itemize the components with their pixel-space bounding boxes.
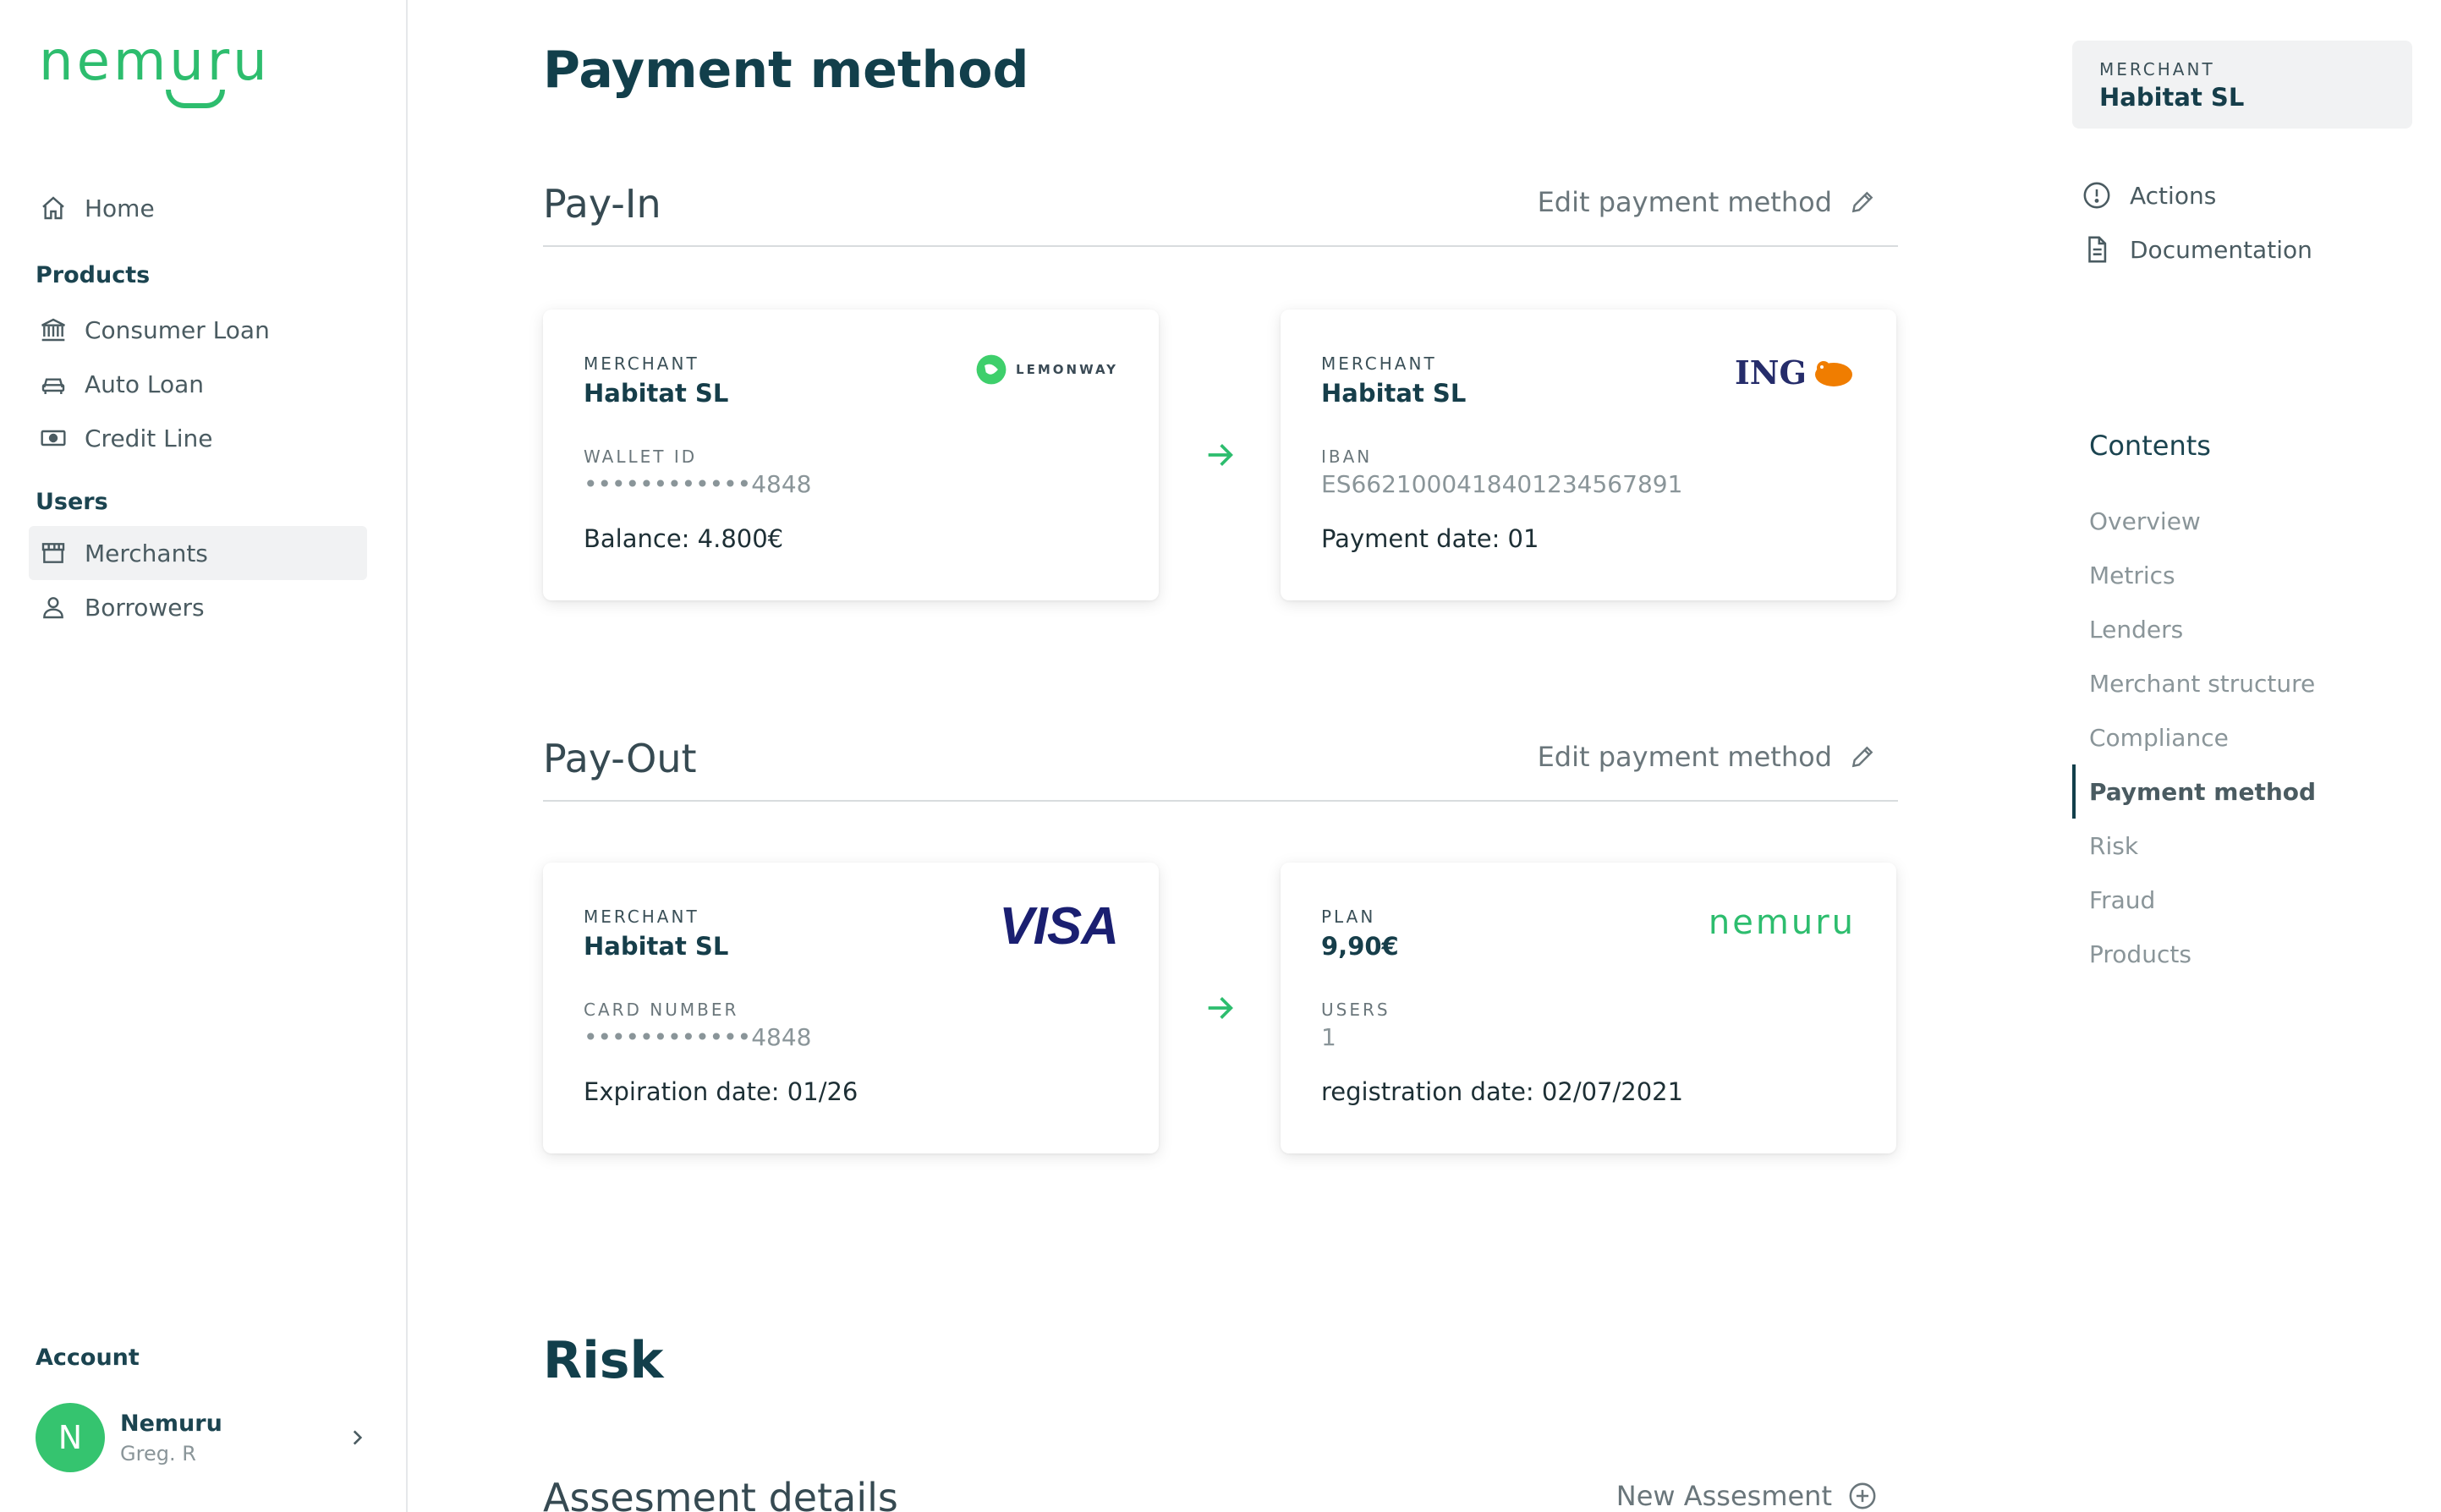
payin-target-card: MERCHANT Habitat SL ING IBAN ES662100041… bbox=[1281, 310, 1896, 600]
user-icon bbox=[37, 591, 69, 623]
sidebar-item-label: Home bbox=[85, 194, 155, 222]
cash-icon bbox=[37, 422, 69, 454]
card-key: MERCHANT bbox=[1321, 353, 1437, 374]
edit-label: Edit payment method bbox=[1537, 741, 1832, 773]
card-key: WALLET ID bbox=[584, 446, 698, 467]
toc-item-risk[interactable]: Risk bbox=[2089, 832, 2138, 860]
sidebar-item-label: Consumer Loan bbox=[85, 315, 270, 344]
logo-smile-icon bbox=[166, 90, 225, 108]
payout-title: Pay-Out bbox=[543, 736, 697, 781]
pencil-icon bbox=[1847, 187, 1878, 217]
documentation-label: Documentation bbox=[2130, 235, 2312, 264]
sidebar-item-home[interactable]: Home bbox=[29, 181, 367, 235]
card-key: MERCHANT bbox=[584, 353, 699, 374]
balance: Balance: 4.800€ bbox=[584, 524, 784, 553]
bank-icon bbox=[37, 314, 69, 346]
assessment-header: Assesment details New Assesment bbox=[543, 1470, 1898, 1512]
sidebar-item-label: Merchants bbox=[85, 539, 208, 567]
products-section-title: Products bbox=[36, 262, 151, 288]
new-assessment-button[interactable]: New Assesment bbox=[1616, 1480, 1878, 1512]
card-merchant: Habitat SL bbox=[584, 932, 729, 961]
sidebar-item-credit-line[interactable]: Credit Line bbox=[29, 411, 367, 465]
payin-source-card: MERCHANT Habitat SL LEMONWAY WALLET ID •… bbox=[543, 310, 1159, 600]
lemonway-icon bbox=[976, 354, 1007, 385]
home-icon bbox=[37, 192, 69, 224]
arrow-right-icon bbox=[1201, 436, 1238, 474]
wallet-id: ••••••••••••4848 bbox=[584, 470, 812, 498]
visa-logo: VISA bbox=[999, 897, 1119, 956]
actions-label: Actions bbox=[2130, 181, 2217, 210]
account-subtitle: Greg. R bbox=[120, 1441, 196, 1465]
payout-header: Pay-Out Edit payment method bbox=[543, 720, 1898, 802]
account-user[interactable]: N Nemuru Greg. R bbox=[36, 1397, 374, 1478]
toc-item-compliance[interactable]: Compliance bbox=[2089, 724, 2229, 752]
ing-logo: ING bbox=[1735, 353, 1856, 392]
payout-source-card: MERCHANT Habitat SL VISA CARD NUMBER •••… bbox=[543, 863, 1159, 1153]
toc-item-payment-method[interactable]: Payment method bbox=[2089, 778, 2316, 806]
payout-edit-button[interactable]: Edit payment method bbox=[1538, 741, 1878, 773]
card-key: CARD NUMBER bbox=[584, 1000, 739, 1020]
sidebar-item-merchants[interactable]: Merchants bbox=[29, 526, 367, 580]
toc-item-fraud[interactable]: Fraud bbox=[2089, 886, 2155, 914]
documentation-link[interactable]: Documentation bbox=[2081, 233, 2312, 266]
account-name: Nemuru bbox=[120, 1410, 222, 1437]
card-number: ••••••••••••4848 bbox=[584, 1023, 812, 1051]
merchant-key: MERCHANT bbox=[2099, 59, 2215, 79]
toc-item-merchant-structure[interactable]: Merchant structure bbox=[2089, 670, 2315, 698]
contents-title: Contents bbox=[2089, 430, 2211, 462]
card-key: PLAN bbox=[1321, 907, 1376, 927]
car-icon bbox=[37, 368, 69, 400]
payin-header: Pay-In Edit payment method bbox=[543, 166, 1898, 247]
new-assessment-label: New Assesment bbox=[1615, 1480, 1832, 1512]
store-icon bbox=[37, 537, 69, 569]
merchant-summary: MERCHANT Habitat SL bbox=[2072, 41, 2412, 129]
iban: ES6621000418401234567891 bbox=[1321, 470, 1683, 498]
arrow-right-icon bbox=[1201, 989, 1238, 1027]
payin-edit-button[interactable]: Edit payment method bbox=[1538, 186, 1878, 218]
expiration-date: Expiration date: 01/26 bbox=[584, 1077, 858, 1106]
nemuru-logo[interactable]: nemuru bbox=[39, 30, 271, 108]
sidebar-item-label: Auto Loan bbox=[85, 370, 205, 398]
actions-link[interactable]: Actions bbox=[2081, 179, 2216, 211]
registration-date: registration date: 02/07/2021 bbox=[1321, 1077, 1684, 1106]
plan-price: 9,90€ bbox=[1321, 932, 1399, 961]
card-key: MERCHANT bbox=[584, 907, 699, 927]
card-merchant: Habitat SL bbox=[584, 379, 729, 408]
sidebar-item-consumer-loan[interactable]: Consumer Loan bbox=[29, 303, 367, 357]
lemonway-logo: LEMONWAY bbox=[975, 353, 1118, 386]
users-count: 1 bbox=[1321, 1023, 1336, 1051]
plus-circle-icon bbox=[1847, 1481, 1878, 1511]
toc-item-products[interactable]: Products bbox=[2089, 940, 2191, 968]
chevron-right-icon[interactable] bbox=[340, 1421, 374, 1454]
info-circle-icon bbox=[2081, 179, 2113, 211]
lion-icon bbox=[1815, 360, 1852, 386]
card-merchant: Habitat SL bbox=[1321, 379, 1467, 408]
document-icon bbox=[2081, 233, 2113, 266]
toc-item-metrics[interactable]: Metrics bbox=[2089, 562, 2175, 589]
sidebar-item-borrowers[interactable]: Borrowers bbox=[29, 580, 367, 634]
toc-item-overview[interactable]: Overview bbox=[2089, 507, 2201, 535]
payout-target-card: PLAN 9,90€ nemuru USERS 1 registration d… bbox=[1281, 863, 1896, 1153]
page-title: Payment method bbox=[543, 41, 1029, 100]
users-section-title: Users bbox=[36, 489, 108, 515]
payment-date: Payment date: 01 bbox=[1321, 524, 1539, 553]
pencil-icon bbox=[1847, 742, 1878, 772]
risk-title: Risk bbox=[543, 1331, 664, 1390]
merchant-value: Habitat SL bbox=[2099, 83, 2245, 112]
account-section-title: Account bbox=[36, 1345, 140, 1371]
nemuru-card-logo: nemuru bbox=[1708, 903, 1856, 942]
sidebar-item-label: Credit Line bbox=[85, 424, 213, 452]
edit-label: Edit payment method bbox=[1537, 186, 1832, 218]
payin-title: Pay-In bbox=[543, 181, 661, 227]
toc-active-indicator bbox=[2072, 764, 2076, 819]
sidebar-item-label: Borrowers bbox=[85, 593, 205, 622]
card-key: IBAN bbox=[1321, 446, 1373, 467]
toc-item-lenders[interactable]: Lenders bbox=[2089, 616, 2183, 644]
assessment-title: Assesment details bbox=[543, 1475, 898, 1512]
card-key: USERS bbox=[1321, 1000, 1391, 1020]
sidebar: nemuru Home Products Consumer Loan Auto … bbox=[0, 0, 408, 1512]
sidebar-item-auto-loan[interactable]: Auto Loan bbox=[29, 357, 367, 411]
avatar: N bbox=[36, 1403, 105, 1472]
